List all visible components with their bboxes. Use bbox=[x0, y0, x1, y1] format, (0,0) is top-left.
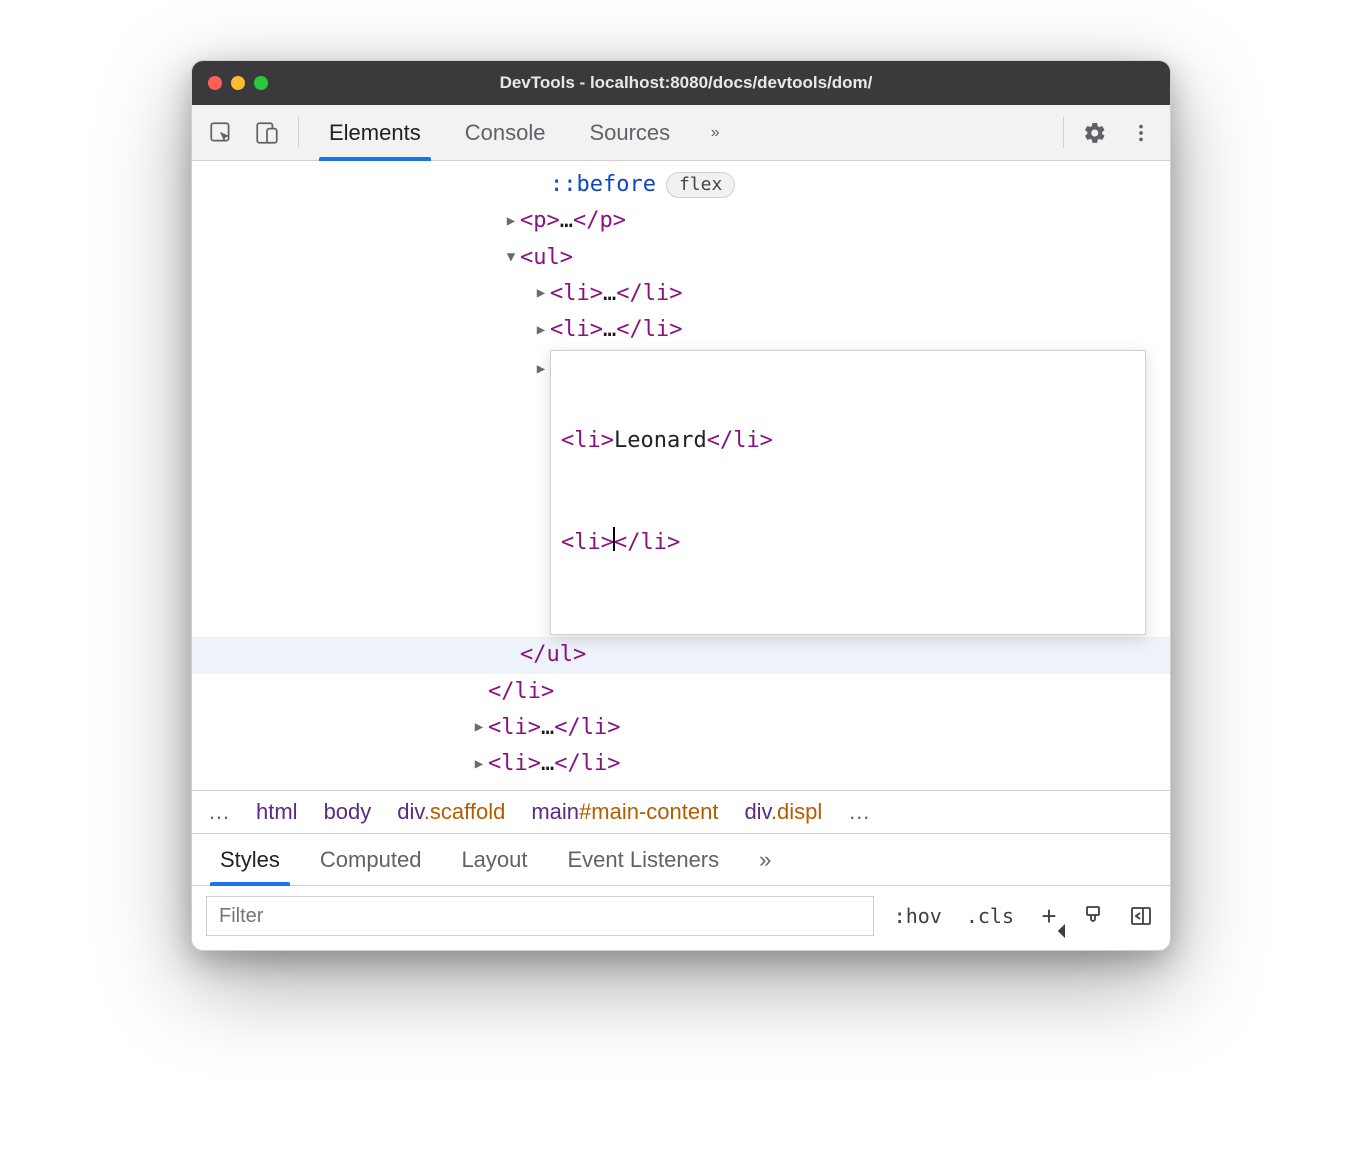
edit-line-2: <li></li> bbox=[561, 526, 1135, 560]
expand-toggle[interactable] bbox=[502, 210, 520, 233]
expand-toggle[interactable] bbox=[470, 716, 488, 739]
subtab-styles[interactable]: Styles bbox=[200, 834, 300, 885]
expand-toggle[interactable] bbox=[532, 319, 550, 342]
tab-console[interactable]: Console bbox=[445, 105, 566, 160]
breadcrumb-overflow-left[interactable]: … bbox=[208, 799, 230, 825]
subtab-more[interactable]: » bbox=[739, 834, 791, 885]
dom-node-li[interactable]: <li>…</li> bbox=[192, 312, 1170, 348]
new-style-rule-button[interactable]: + bbox=[1034, 901, 1064, 932]
maximize-window-button[interactable] bbox=[254, 76, 268, 90]
subtab-computed[interactable]: Computed bbox=[300, 834, 442, 885]
paint-brush-icon[interactable] bbox=[1080, 904, 1110, 928]
expand-toggle[interactable] bbox=[470, 753, 488, 776]
expand-toggle[interactable] bbox=[532, 358, 550, 381]
window-title: DevTools - localhost:8080/docs/devtools/… bbox=[278, 73, 1094, 93]
subtab-layout[interactable]: Layout bbox=[441, 834, 547, 885]
more-options-icon[interactable] bbox=[1120, 105, 1162, 160]
dom-node-p[interactable]: <p>…</p> bbox=[192, 203, 1170, 239]
breadcrumb-main-content[interactable]: main#main-content bbox=[531, 799, 718, 825]
breadcrumb-div-scaffold[interactable]: div.scaffold bbox=[397, 799, 505, 825]
dom-breadcrumbs[interactable]: … html body div.scaffold main#main-conte… bbox=[192, 790, 1170, 834]
subtab-event-listeners[interactable]: Event Listeners bbox=[548, 834, 740, 885]
window-controls bbox=[208, 76, 268, 90]
titlebar: DevTools - localhost:8080/docs/devtools/… bbox=[192, 61, 1170, 105]
toggle-hover-button[interactable]: :hov bbox=[890, 904, 946, 928]
breadcrumb-div-displ[interactable]: div.displ bbox=[744, 799, 822, 825]
tabs-divider bbox=[298, 117, 299, 148]
expand-toggle[interactable] bbox=[532, 282, 550, 305]
breadcrumb-overflow-right[interactable]: … bbox=[848, 799, 870, 825]
display-badge[interactable]: flex bbox=[666, 172, 735, 198]
styles-filter-bar: :hov .cls + bbox=[192, 886, 1170, 950]
dom-node-ul-close[interactable]: </ul> bbox=[192, 637, 1170, 673]
tab-elements[interactable]: Elements bbox=[309, 105, 441, 160]
breadcrumb-html[interactable]: html bbox=[256, 799, 298, 825]
dom-node-li[interactable]: <li>…</li> bbox=[192, 710, 1170, 746]
dom-node-li-close[interactable]: </li> bbox=[192, 674, 1170, 710]
dom-node-li[interactable]: <li>…</li> bbox=[192, 746, 1170, 782]
tabs-divider-right bbox=[1063, 117, 1064, 148]
breadcrumb-body[interactable]: body bbox=[324, 799, 372, 825]
inspect-element-icon[interactable] bbox=[200, 105, 242, 160]
dom-node-before[interactable]: ::beforeflex bbox=[192, 167, 1170, 203]
settings-icon[interactable] bbox=[1074, 105, 1116, 160]
minimize-window-button[interactable] bbox=[231, 76, 245, 90]
devtools-window: DevTools - localhost:8080/docs/devtools/… bbox=[191, 60, 1171, 951]
toggle-classes-button[interactable]: .cls bbox=[962, 904, 1018, 928]
toggle-computed-sidebar-icon[interactable] bbox=[1126, 904, 1156, 928]
styles-subtabs: Styles Computed Layout Event Listeners » bbox=[192, 834, 1170, 886]
dom-node-ul-open[interactable]: <ul> bbox=[192, 240, 1170, 276]
main-tabs: Elements Console Sources » bbox=[192, 105, 1170, 161]
close-window-button[interactable] bbox=[208, 76, 222, 90]
dom-tree[interactable]: ::beforeflex <p>…</p> <ul> <li>…</li> <l… bbox=[192, 161, 1170, 790]
dom-node-edit-row[interactable]: <li>Leonard</li> <li></li> bbox=[192, 348, 1170, 637]
tab-sources[interactable]: Sources bbox=[569, 105, 690, 160]
device-toolbar-icon[interactable] bbox=[246, 105, 288, 160]
edit-line-1: <li>Leonard</li> bbox=[561, 424, 1135, 458]
html-edit-box[interactable]: <li>Leonard</li> <li></li> bbox=[550, 350, 1146, 635]
expand-toggle[interactable] bbox=[502, 246, 520, 269]
dom-node-li[interactable]: <li>…</li> bbox=[192, 276, 1170, 312]
styles-filter-input[interactable] bbox=[206, 896, 874, 936]
more-tabs-button[interactable]: » bbox=[694, 105, 736, 160]
